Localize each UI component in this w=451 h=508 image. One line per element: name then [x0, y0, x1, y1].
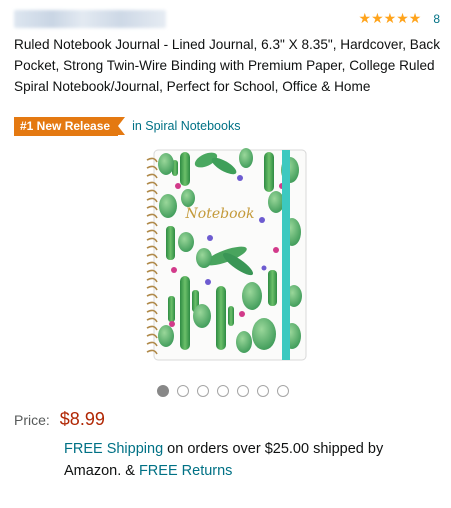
carousel-dot[interactable] [177, 385, 189, 397]
cover-title: Notebook [185, 206, 255, 222]
free-shipping-link[interactable]: FREE Shipping [64, 441, 163, 457]
carousel-dot[interactable] [277, 385, 289, 397]
elastic-band [282, 150, 290, 360]
star-rating[interactable]: ★ ★ ★ ★ ★ [359, 12, 422, 26]
product-image[interactable]: Notebook [144, 146, 308, 364]
carousel-dot-active[interactable] [157, 385, 169, 397]
product-title[interactable]: Ruled Notebook Journal - Lined Journal, … [14, 34, 440, 97]
badge-category-link[interactable]: in Spiral Notebooks [132, 119, 240, 133]
price-label: Price: [14, 412, 50, 428]
star-icon: ★ [358, 11, 372, 27]
rating-count-link[interactable]: 8 [433, 12, 440, 26]
carousel-dot[interactable] [257, 385, 269, 397]
star-icon: ★ [408, 11, 422, 27]
star-icon: ★ [371, 11, 384, 27]
shipping-info: FREE Shipping on orders over $25.00 ship… [64, 438, 440, 482]
free-returns-link[interactable]: FREE Returns [139, 463, 232, 479]
star-icon: ★ [396, 11, 409, 27]
carousel-dot[interactable] [217, 385, 229, 397]
carousel-dot[interactable] [197, 385, 209, 397]
new-release-badge: #1 New Release [14, 116, 126, 136]
header-row: ★ ★ ★ ★ ★ 8 [14, 10, 440, 30]
brand-name-blurred[interactable] [14, 10, 166, 28]
rating[interactable]: ★ ★ ★ ★ ★ 8 [359, 12, 441, 26]
star-icon: ★ [383, 11, 397, 27]
carousel-dot[interactable] [237, 385, 249, 397]
best-seller-row: #1 New Release in Spiral Notebooks [14, 116, 240, 136]
price-value: $8.99 [59, 409, 105, 429]
image-carousel-dots [157, 385, 289, 397]
price-row: Price: $8.99 [14, 409, 105, 430]
